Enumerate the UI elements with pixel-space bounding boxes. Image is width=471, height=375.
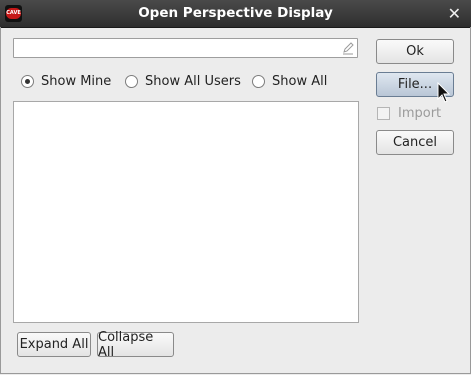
perspective-tree-list[interactable] xyxy=(13,101,359,323)
radio-show-all-users[interactable]: Show All Users xyxy=(125,72,241,90)
search-field[interactable] xyxy=(13,38,358,58)
radio-button[interactable] xyxy=(252,74,265,88)
import-checkbox[interactable] xyxy=(377,106,390,120)
import-checkbox-row[interactable]: Import xyxy=(377,105,441,121)
import-label: Import xyxy=(398,105,442,121)
mouse-pointer-icon xyxy=(437,82,451,103)
expand-all-button[interactable]: Expand All xyxy=(17,332,91,357)
window-title: Open Perspective Display xyxy=(138,5,333,21)
edit-pencil-icon[interactable] xyxy=(342,41,354,55)
cancel-button[interactable]: Cancel xyxy=(376,130,454,155)
collapse-all-button[interactable]: Collapse All xyxy=(97,330,174,360)
close-icon[interactable]: ✕ xyxy=(448,4,461,23)
radio-button[interactable] xyxy=(125,74,138,88)
radio-show-mine[interactable]: Show Mine xyxy=(21,72,111,90)
radio-button-selected[interactable] xyxy=(21,74,34,88)
radio-show-all[interactable]: Show All xyxy=(252,72,327,90)
title-bar: CAVE Open Perspective Display ✕ xyxy=(0,0,471,28)
radio-show-all-users-label: Show All Users xyxy=(145,73,241,89)
search-input[interactable] xyxy=(14,39,342,57)
radio-show-mine-label: Show Mine xyxy=(41,73,112,89)
radio-show-all-label: Show All xyxy=(272,73,328,89)
ok-button[interactable]: Ok xyxy=(376,39,454,64)
